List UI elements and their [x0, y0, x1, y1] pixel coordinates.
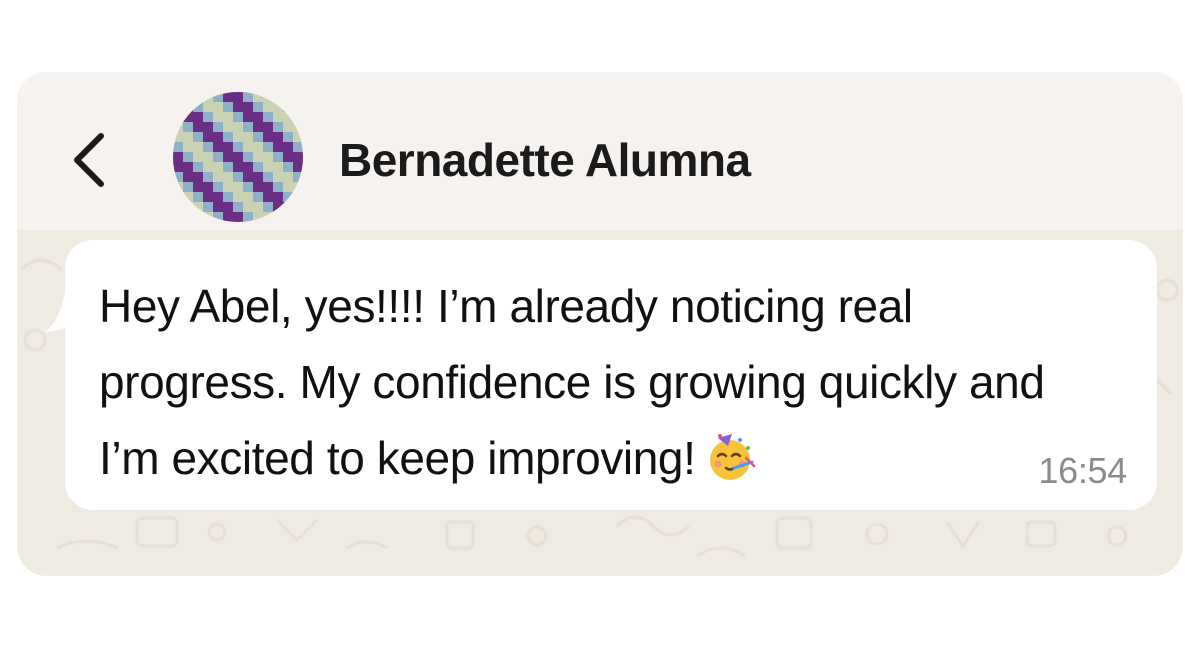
- chat-window: Bernadette Alumna Hey Abel, yes!!!! I’m …: [17, 72, 1183, 576]
- pixel-stripes-avatar: [173, 92, 303, 222]
- message-text: Hey Abel, yes!!!! I’m already noticing r…: [99, 268, 1099, 496]
- chat-header: Bernadette Alumna: [17, 72, 1183, 230]
- partying-face-icon: [706, 432, 756, 482]
- message-bubble[interactable]: Hey Abel, yes!!!! I’m already noticing r…: [65, 240, 1157, 510]
- message-body: Hey Abel, yes!!!! I’m already noticing r…: [99, 280, 1045, 484]
- back-button[interactable]: [67, 130, 111, 190]
- contact-name[interactable]: Bernadette Alumna: [339, 132, 751, 188]
- message-time: 16:54: [1038, 450, 1127, 491]
- avatar[interactable]: [173, 92, 303, 222]
- chevron-left-icon: [74, 133, 104, 187]
